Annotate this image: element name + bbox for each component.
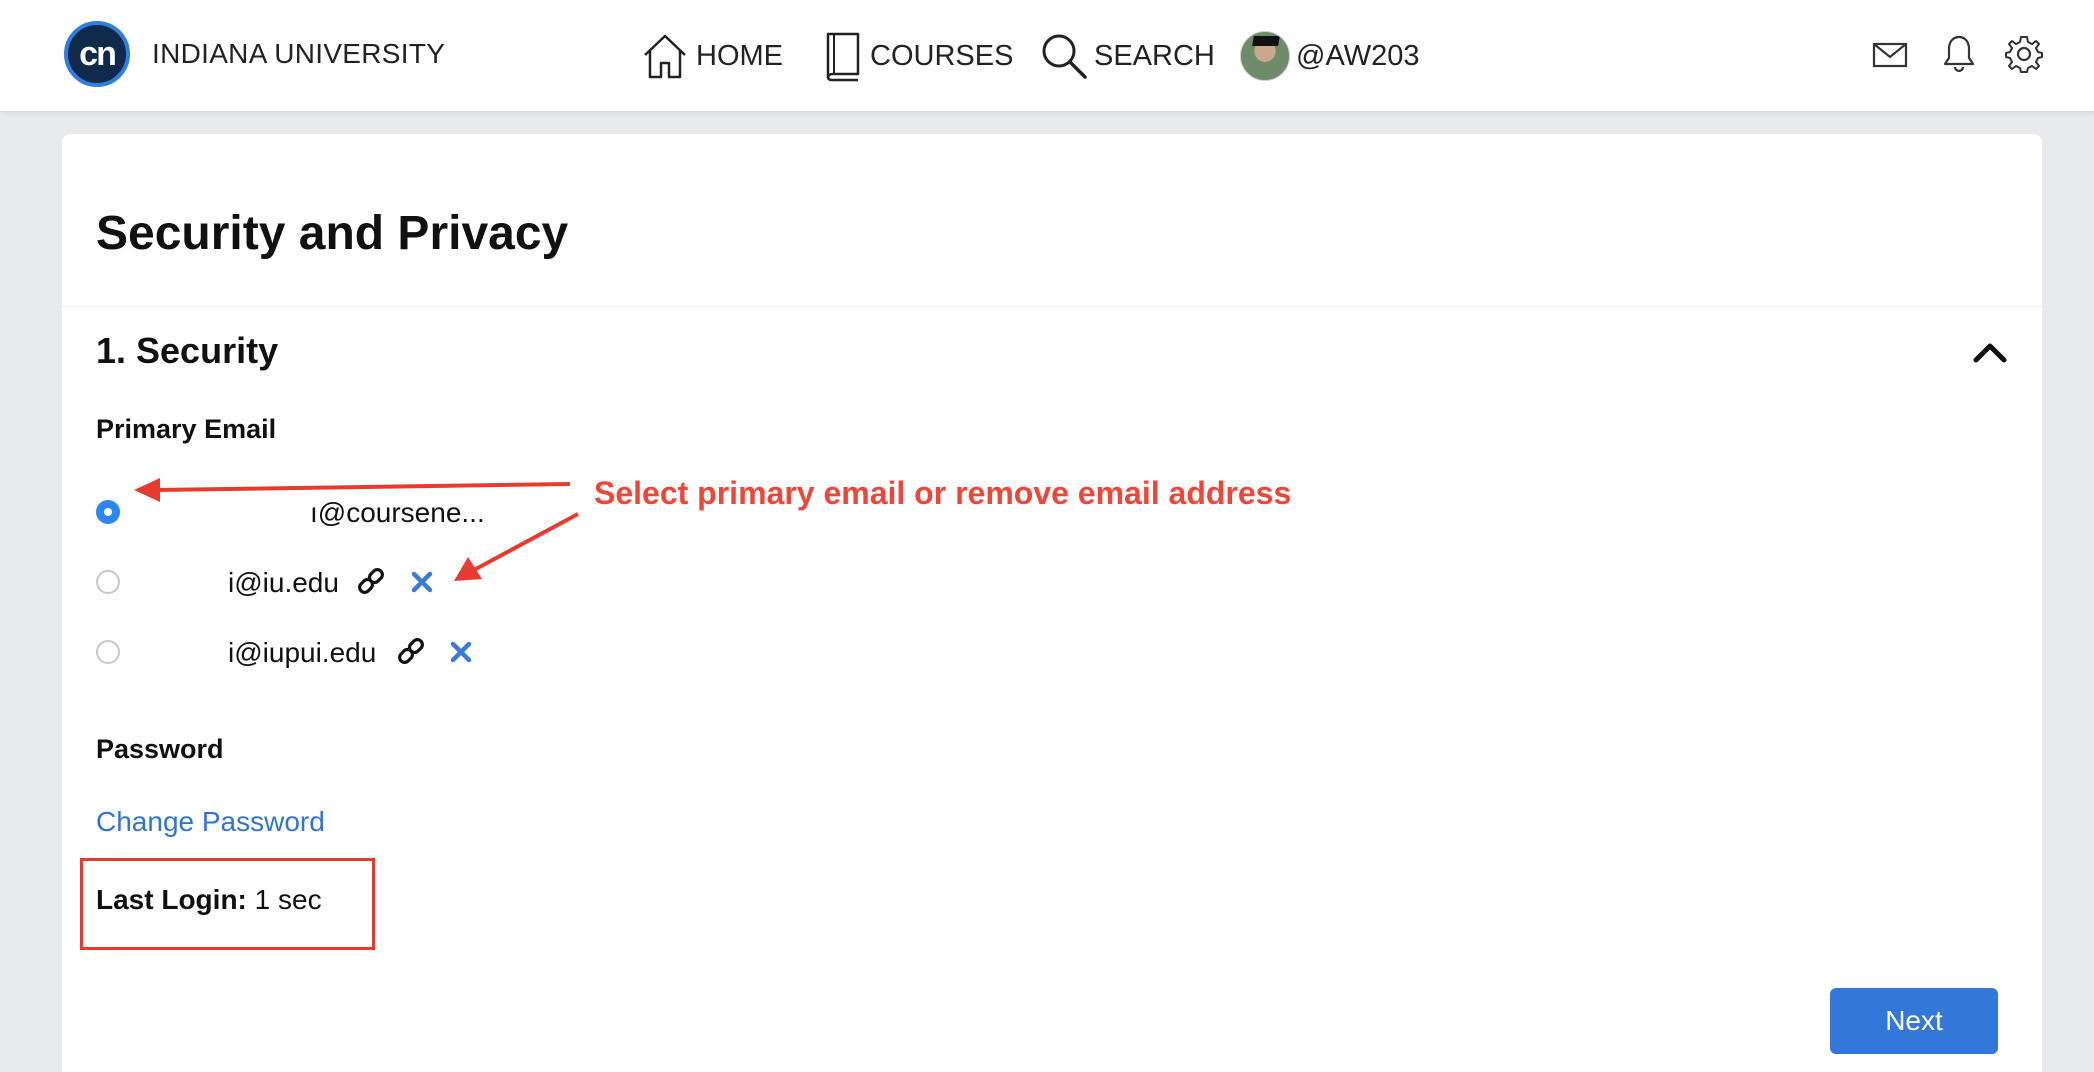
next-button[interactable]: Next (1830, 988, 1998, 1054)
annotation-arrows (134, 478, 579, 581)
